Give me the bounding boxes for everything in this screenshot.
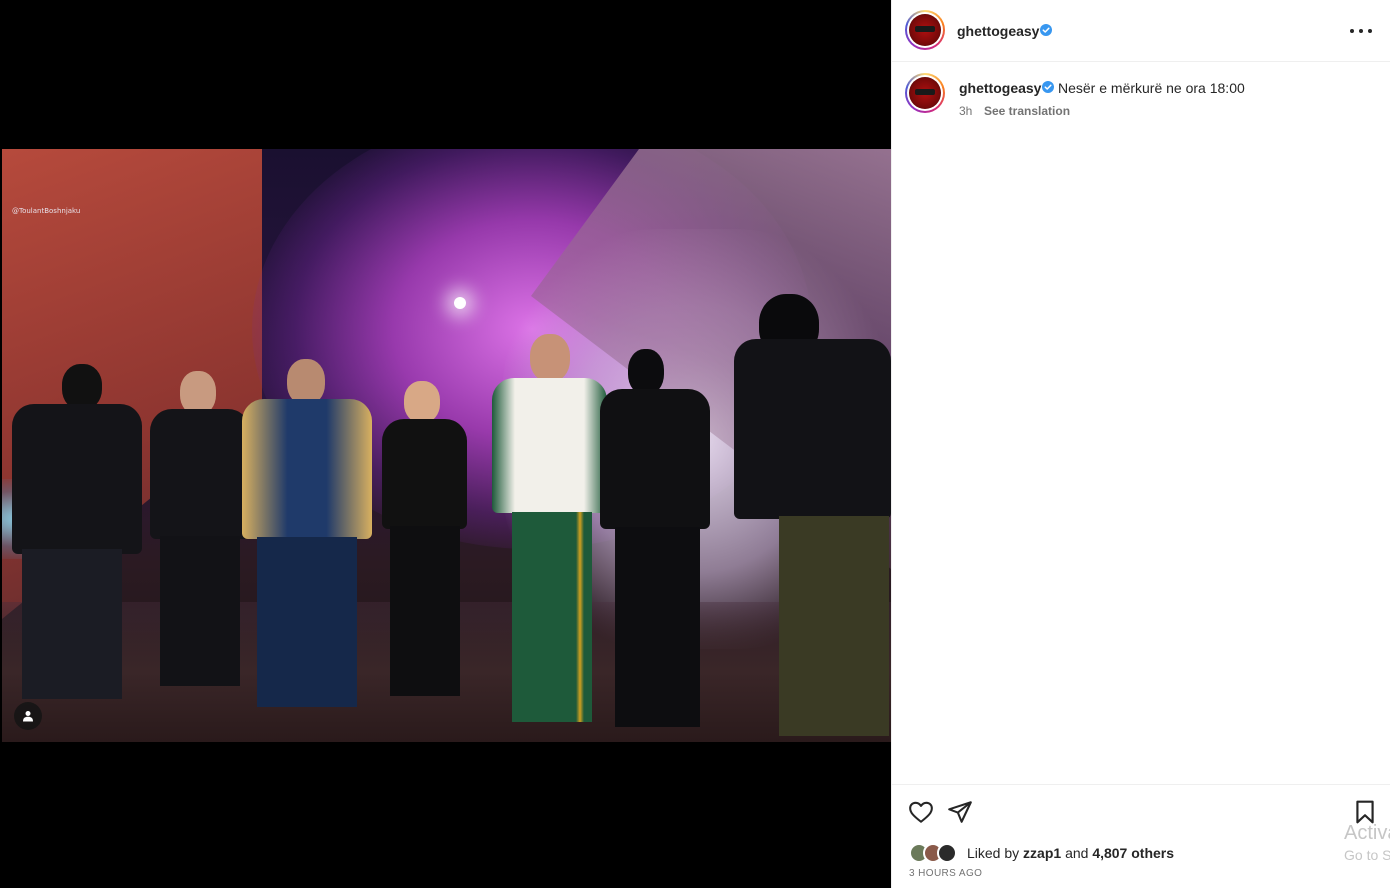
post-media-pane: @ToulantBoshnjaku bbox=[0, 0, 891, 888]
heart-icon[interactable] bbox=[908, 799, 934, 825]
post-header: ghettogeasy bbox=[892, 0, 1390, 62]
verified-badge-icon bbox=[1040, 24, 1052, 36]
verified-badge-icon bbox=[1042, 81, 1054, 93]
photo-person-7 bbox=[734, 294, 891, 742]
windows-activation-title: Activate Windows bbox=[1344, 822, 1390, 844]
user-tag-icon bbox=[23, 711, 33, 722]
author-username[interactable]: ghettogeasy bbox=[957, 23, 1039, 39]
post-timestamp[interactable]: 3 HOURS AGO bbox=[909, 868, 982, 879]
photo-person-4 bbox=[382, 381, 467, 696]
photo-street-lamp bbox=[454, 297, 466, 309]
caption-time[interactable]: 3h bbox=[959, 104, 972, 118]
liker-avatar bbox=[937, 843, 957, 863]
caption-author-avatar[interactable] bbox=[905, 73, 945, 113]
photo-credit-watermark: @ToulantBoshnjaku bbox=[12, 207, 81, 215]
liked-by-prefix: Liked by bbox=[967, 845, 1020, 861]
paper-plane-icon[interactable] bbox=[947, 799, 973, 825]
photo-person-1 bbox=[12, 364, 142, 704]
liked-by-user-link[interactable]: zzap1 bbox=[1023, 845, 1061, 861]
ellipsis-icon bbox=[1350, 29, 1354, 33]
photo-person-3 bbox=[242, 359, 372, 709]
likes-count-link[interactable]: 4,807 others bbox=[1092, 845, 1174, 861]
post-photo[interactable]: @ToulantBoshnjaku bbox=[2, 149, 891, 742]
more-options-button[interactable] bbox=[1350, 22, 1372, 40]
photo-person-2 bbox=[150, 371, 250, 691]
author-avatar[interactable] bbox=[905, 10, 945, 50]
photo-person-6 bbox=[600, 349, 710, 729]
likes-summary: Liked by zzap1 and 4,807 others bbox=[909, 842, 1174, 864]
liked-by-and: and bbox=[1065, 845, 1089, 861]
user-tag-button[interactable] bbox=[14, 702, 42, 730]
post-actions-section: Liked by zzap1 and 4,807 others 3 HOURS … bbox=[892, 784, 1390, 888]
photo-person-5 bbox=[492, 334, 607, 734]
post-caption: Nesër e mërkurë ne ora 18:00 bbox=[1058, 80, 1245, 96]
caption-author-username[interactable]: ghettogeasy bbox=[959, 80, 1041, 96]
liker-avatars[interactable] bbox=[909, 843, 963, 863]
see-translation-button[interactable]: See translation bbox=[984, 104, 1070, 118]
likes-text: Liked by zzap1 and 4,807 others bbox=[967, 845, 1174, 861]
post-side-panel: ghettogeasy ghettogeasy Nesër e mërkurë … bbox=[891, 0, 1390, 888]
windows-activation-subtitle: Go to Settings to activate Windows. bbox=[1344, 847, 1390, 863]
